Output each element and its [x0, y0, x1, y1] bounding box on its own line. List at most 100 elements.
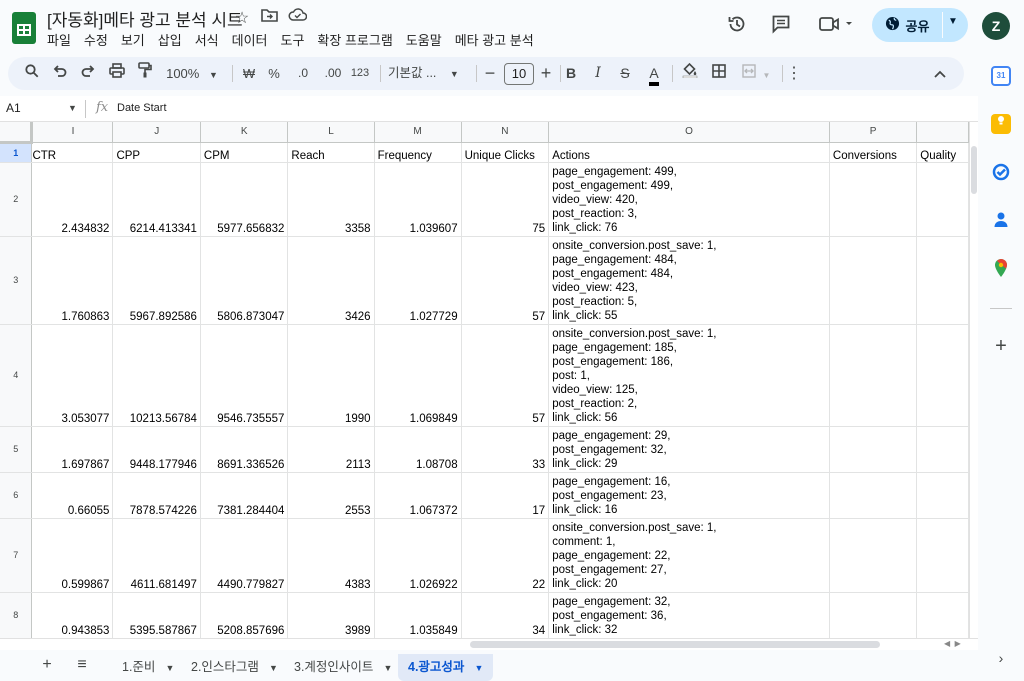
share-dropdown-icon[interactable]: ▼ [948, 16, 958, 27]
cell-quality[interactable] [916, 236, 969, 325]
cell-conversions[interactable] [829, 426, 918, 473]
cell-actions[interactable]: onsite_conversion.post_save: 1, page_eng… [548, 236, 830, 325]
spreadsheet-grid[interactable]: I J K L M N O P 1 CTR CPP CPM Reach Freq… [0, 122, 969, 638]
font-family-select[interactable]: 기본값 ... ▼ [388, 57, 468, 90]
comments-icon[interactable] [769, 14, 793, 38]
font-size-input[interactable]: 10 [504, 63, 534, 85]
redo-icon[interactable] [78, 57, 98, 90]
menu-insert[interactable]: 삽입 [158, 30, 189, 48]
select-all-corner[interactable] [0, 122, 34, 144]
undo-icon[interactable] [50, 57, 70, 90]
search-menus-icon[interactable] [22, 57, 42, 90]
name-box-caret-icon[interactable]: ▼ [68, 103, 77, 113]
cell-ctr[interactable]: 0.943853 [31, 592, 114, 638]
decrease-font-size-button[interactable]: − [480, 57, 500, 90]
column-header-n[interactable]: N [461, 122, 550, 143]
document-title[interactable]: [자동화]메타 광고 분석 시트 [47, 6, 243, 31]
move-folder-icon[interactable] [259, 8, 279, 27]
cell-ctr[interactable]: 1.760863 [31, 236, 114, 325]
vertical-scroll-thumb[interactable] [971, 146, 977, 194]
all-sheets-icon[interactable]: ≡ [72, 656, 92, 674]
version-history-icon[interactable] [725, 14, 749, 38]
column-header-l[interactable]: L [287, 122, 375, 143]
row-header[interactable]: 6 [0, 472, 33, 519]
header-cell-quality[interactable]: Quality [916, 142, 969, 163]
name-box[interactable]: A1 [6, 101, 21, 115]
calendar-icon[interactable]: 31 [991, 66, 1011, 86]
cell-actions[interactable]: page_engagement: 16, post_engagement: 23… [548, 472, 830, 519]
header-cell-conversions[interactable]: Conversions [829, 142, 918, 163]
sheet-tab-4[interactable]: 4.광고성과 ▼ [398, 654, 494, 681]
column-header-i[interactable]: I [31, 122, 114, 143]
cell-unique-clicks[interactable]: 57 [461, 324, 550, 427]
cell-quality[interactable] [916, 518, 969, 593]
cell-cpm[interactable]: 9546.735557 [200, 324, 289, 427]
cell-frequency[interactable]: 1.026922 [374, 518, 462, 593]
cell-cpp[interactable]: 5395.587867 [112, 592, 201, 638]
decrease-decimal-button[interactable]: .0 [292, 57, 314, 90]
increase-font-size-button[interactable]: + [536, 57, 556, 90]
column-header-k[interactable]: K [200, 122, 289, 143]
meet-video-icon[interactable] [816, 14, 856, 38]
cell-reach[interactable]: 2553 [287, 472, 375, 519]
cell-reach[interactable]: 1990 [287, 324, 375, 427]
header-cell-cpp[interactable]: CPP [112, 142, 201, 163]
header-cell-cpm[interactable]: CPM [200, 142, 289, 163]
menu-tools[interactable]: 도구 [281, 30, 312, 48]
cell-cpm[interactable]: 5977.656832 [200, 162, 289, 237]
cell-unique-clicks[interactable]: 17 [461, 472, 550, 519]
cell-frequency[interactable]: 1.027729 [374, 236, 462, 325]
menu-data[interactable]: 데이터 [232, 30, 275, 48]
menu-help[interactable]: 도움말 [406, 30, 449, 48]
fill-color-icon[interactable] [680, 57, 700, 90]
column-header-o[interactable]: O [548, 122, 830, 143]
borders-icon[interactable] [708, 57, 730, 90]
cell-unique-clicks[interactable]: 75 [461, 162, 550, 237]
increase-decimal-button[interactable]: .00 [320, 57, 346, 90]
cell-cpm[interactable]: 7381.284404 [200, 472, 289, 519]
cell-conversions[interactable] [829, 592, 918, 638]
sheet-tab-caret-icon[interactable]: ▼ [474, 663, 483, 673]
horizontal-scroll-thumb[interactable] [470, 641, 880, 648]
sheet-tab-1[interactable]: 1.준비 ▼ [112, 654, 184, 681]
cell-quality[interactable] [916, 324, 969, 427]
column-header-p[interactable]: P [829, 122, 918, 143]
cell-reach[interactable]: 3358 [287, 162, 375, 237]
cell-frequency[interactable]: 1.039607 [374, 162, 462, 237]
sheet-tab-caret-icon[interactable]: ▼ [269, 663, 278, 673]
header-cell-frequency[interactable]: Frequency [374, 142, 462, 163]
cell-cpm[interactable]: 8691.336526 [200, 426, 289, 473]
header-cell-ctr[interactable]: CTR [31, 142, 114, 163]
sheet-tab-caret-icon[interactable]: ▼ [383, 663, 392, 673]
cell-conversions[interactable] [829, 236, 918, 325]
formula-input[interactable]: Date Start [117, 102, 167, 114]
column-header-q[interactable] [916, 122, 969, 143]
cell-frequency[interactable]: 1.069849 [374, 324, 462, 427]
star-icon[interactable]: ☆ [232, 8, 252, 28]
horizontal-scrollbar[interactable]: ◀ ▶ [0, 638, 978, 650]
expand-panel-icon[interactable]: › [991, 648, 1011, 668]
header-cell-reach[interactable]: Reach [287, 142, 375, 163]
menu-edit[interactable]: 수정 [84, 30, 115, 48]
zoom-select[interactable]: 100% ▼ [162, 57, 222, 90]
cell-conversions[interactable] [829, 324, 918, 427]
cell-unique-clicks[interactable]: 33 [461, 426, 550, 473]
cell-cpm[interactable]: 5208.857696 [200, 592, 289, 638]
merge-cells-icon[interactable]: ▼ [736, 57, 776, 90]
cell-cpp[interactable]: 5967.892586 [112, 236, 201, 325]
row-header[interactable]: 7 [0, 518, 33, 593]
menu-view[interactable]: 보기 [121, 30, 152, 48]
cell-unique-clicks[interactable]: 57 [461, 236, 550, 325]
strikethrough-button[interactable]: S [616, 57, 634, 90]
cell-quality[interactable] [916, 162, 969, 237]
cell-reach[interactable]: 4383 [287, 518, 375, 593]
italic-button[interactable]: I [589, 57, 607, 90]
cell-cpm[interactable]: 4490.779827 [200, 518, 289, 593]
sheet-tab-3[interactable]: 3.계정인사이트 ▼ [284, 654, 402, 681]
print-icon[interactable] [106, 57, 128, 90]
cell-cpm[interactable]: 5806.873047 [200, 236, 289, 325]
cell-actions[interactable]: onsite_conversion.post_save: 1, comment:… [548, 518, 830, 593]
column-header-j[interactable]: J [112, 122, 201, 143]
cell-quality[interactable] [916, 426, 969, 473]
cell-quality[interactable] [916, 592, 969, 638]
